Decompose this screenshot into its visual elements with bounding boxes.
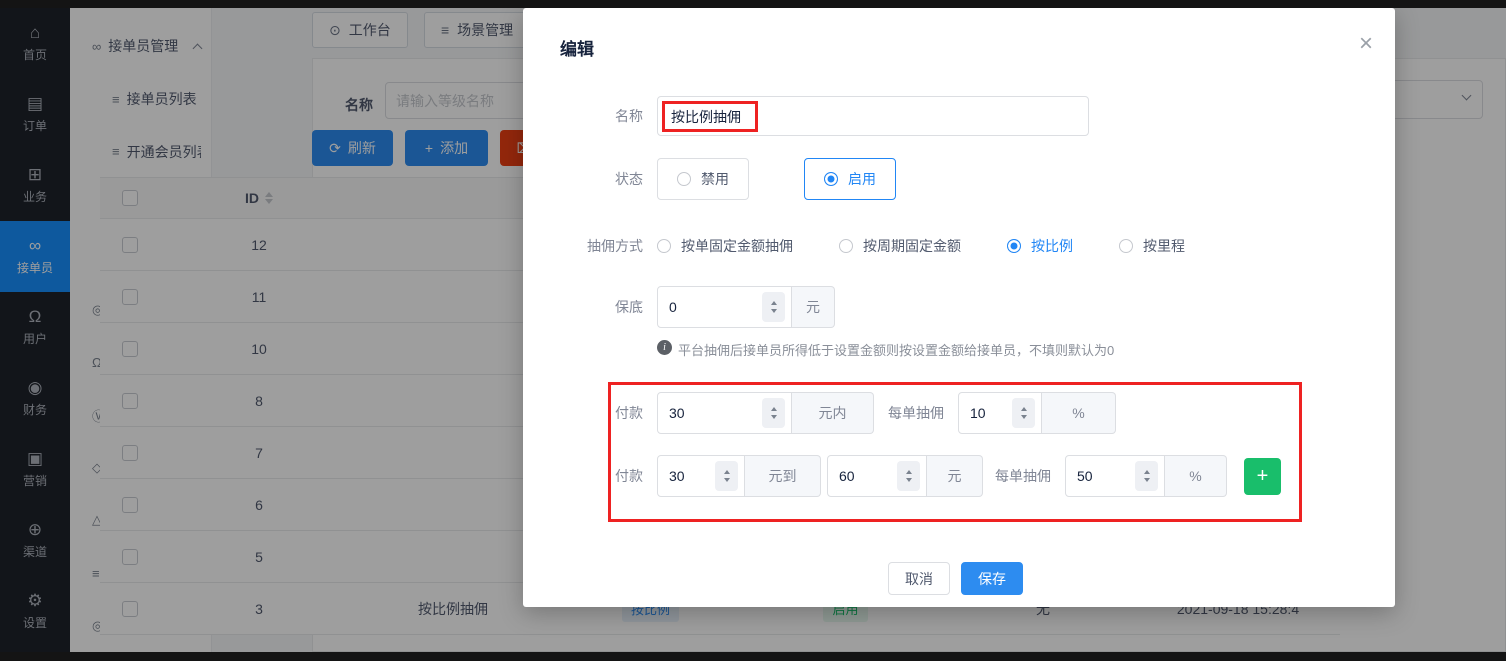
top-frame-bar [0,0,1506,8]
radio-icon [657,239,671,253]
radio-by-mileage[interactable]: 按里程 [1119,236,1185,256]
red-annotation-box: 按比例抽佣 [662,101,758,132]
radio-selected-icon [824,172,838,186]
cancel-button[interactable]: 取消 [888,562,950,595]
edit-modal: 编辑 × 名称 按比例抽佣 状态 禁用 启用 抽 [523,8,1395,607]
unit-addon: 元内 [792,392,874,434]
tier2-to-value: 60 [839,468,855,484]
floor-amount-value: 0 [669,299,677,315]
name-input[interactable]: 按比例抽佣 [657,96,1089,136]
rate-label: 每单抽佣 [888,403,944,423]
tier2-to-input[interactable]: 60 [827,455,927,497]
tier2-from-value: 30 [669,468,685,484]
modal-title: 编辑 [560,35,594,60]
radio-label: 按比例 [1031,236,1073,256]
tier2-rate-value: 50 [1077,468,1093,484]
add-tier-button[interactable]: + [1244,458,1281,495]
percent-addon: % [1042,392,1116,434]
radio-disabled[interactable]: 禁用 [657,158,749,200]
radio-label: 按周期固定金额 [863,236,961,256]
app-window: ⌂ 首页 ▤ 订单 ⊞ 业务 ∞ 接单员 Ω 用户 ◉ 财务 ▣ 营销 ⊕ 渠道 [0,0,1506,661]
tier2-from-input[interactable]: 30 [657,455,745,497]
radio-enabled[interactable]: 启用 [804,158,896,200]
radio-icon [839,239,853,253]
tier1-rate-value: 10 [970,405,986,421]
number-stepper[interactable] [762,398,785,428]
pay-label: 付款 [523,403,643,423]
close-icon[interactable]: × [1359,32,1373,56]
radio-selected-icon [1007,239,1021,253]
unit-addon: 元 [927,455,983,497]
radio-fixed-per-period[interactable]: 按周期固定金额 [839,236,961,256]
tier2-rate-input[interactable]: 50 [1065,455,1165,497]
pay-label: 付款 [523,466,643,486]
percent-addon: % [1165,455,1227,497]
radio-icon [677,172,691,186]
number-stepper[interactable] [1135,461,1158,491]
floor-field-label: 保底 [523,297,643,317]
unit-addon: 元 [792,286,835,328]
status-field-label: 状态 [523,169,643,189]
tier1-amount-value: 30 [669,405,685,421]
radio-label: 按单固定金额抽佣 [681,236,793,256]
radio-by-ratio[interactable]: 按比例 [1007,236,1073,256]
radio-icon [1119,239,1133,253]
number-stepper[interactable] [762,292,785,322]
rate-label: 每单抽佣 [995,466,1051,486]
method-field-label: 抽佣方式 [523,236,643,256]
floor-hint-text: 平台抽佣后接单员所得低于设置金额则按设置金额给接单员，不填则默认为0 [678,340,1114,359]
number-stepper[interactable] [715,461,738,491]
radio-label: 禁用 [701,169,729,189]
info-icon: i [657,340,672,355]
radio-label: 按里程 [1143,236,1185,256]
radio-label: 启用 [848,169,876,189]
tier1-amount-input[interactable]: 30 [657,392,792,434]
bottom-frame-bar [0,652,1506,661]
name-input-value: 按比例抽佣 [671,107,741,127]
unit-addon: 元到 [745,455,821,497]
number-stepper[interactable] [897,461,920,491]
name-field-label: 名称 [523,106,643,126]
floor-amount-input[interactable]: 0 [657,286,792,328]
number-stepper[interactable] [1012,398,1035,428]
radio-fixed-per-order[interactable]: 按单固定金额抽佣 [657,236,793,256]
save-button[interactable]: 保存 [961,562,1023,595]
tier1-rate-input[interactable]: 10 [958,392,1042,434]
